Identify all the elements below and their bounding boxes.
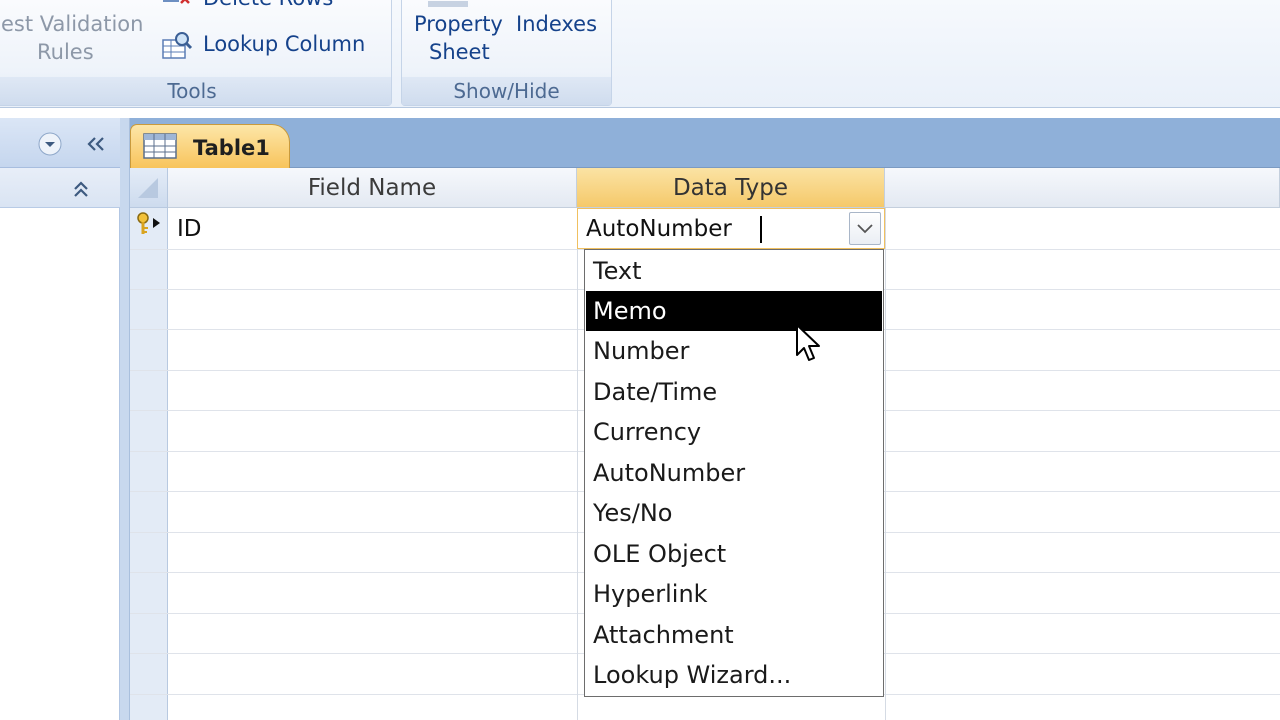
- option-attachment[interactable]: Attachment: [586, 615, 882, 655]
- nav-menu-dropdown-icon[interactable]: [37, 131, 63, 161]
- lookup-column-icon: [161, 30, 193, 66]
- mouse-pointer-icon: [795, 323, 823, 369]
- property-sheet-button-line1[interactable]: Property: [414, 12, 503, 36]
- tools-group: est Validation Rules Delete Rows Lookup …: [0, 0, 392, 106]
- tab-label: Table1: [193, 136, 270, 160]
- option-text[interactable]: Text: [586, 251, 882, 291]
- column-header-description[interactable]: [885, 168, 1280, 208]
- option-lookup-wizard[interactable]: Lookup Wizard...: [586, 655, 882, 695]
- property-sheet-button-line2[interactable]: Sheet: [429, 40, 490, 64]
- document-tab-strip: Table1: [130, 118, 1280, 168]
- delete-rows-icon[interactable]: [161, 0, 191, 11]
- option-date-time[interactable]: Date/Time: [586, 372, 882, 412]
- option-currency[interactable]: Currency: [586, 412, 882, 452]
- delete-rows-button[interactable]: Delete Rows: [203, 0, 333, 10]
- lookup-column-button[interactable]: Lookup Column: [203, 32, 365, 56]
- test-validation-rules-label-2[interactable]: Rules: [37, 40, 94, 64]
- collapse-group-icon[interactable]: [70, 178, 92, 204]
- show-hide-group: Property Sheet Indexes Show/Hide: [401, 0, 612, 106]
- grid-column-line: [885, 208, 886, 720]
- shutter-bar-close-icon[interactable]: [84, 132, 108, 160]
- tab-table1[interactable]: Table1: [130, 124, 290, 168]
- data-type-value: AutoNumber: [586, 216, 732, 242]
- grid-column-line: [577, 208, 578, 720]
- select-all-corner[interactable]: [130, 168, 168, 208]
- column-header-data-type[interactable]: Data Type: [577, 168, 885, 208]
- primary-key-icon: [134, 210, 164, 242]
- test-validation-rules-label-1[interactable]: est Validation: [1, 12, 143, 36]
- table-icon: [143, 133, 177, 163]
- option-ole-object[interactable]: OLE Object: [586, 534, 882, 574]
- field-name-cell[interactable]: ID: [177, 216, 202, 242]
- ribbon: est Validation Rules Delete Rows Lookup …: [0, 0, 1280, 108]
- option-autonumber[interactable]: AutoNumber: [586, 453, 882, 493]
- option-yes-no[interactable]: Yes/No: [586, 493, 882, 533]
- tools-group-label: Tools: [0, 77, 391, 105]
- pane-splitter[interactable]: [120, 118, 130, 720]
- row-selector-column[interactable]: [130, 208, 168, 720]
- chevron-down-icon: [857, 224, 873, 234]
- option-memo[interactable]: Memo: [586, 291, 882, 331]
- text-caret: [760, 216, 762, 243]
- data-type-combobox[interactable]: AutoNumber: [577, 208, 885, 249]
- indexes-button[interactable]: Indexes: [516, 12, 597, 36]
- dropdown-button[interactable]: [849, 212, 881, 245]
- option-hyperlink[interactable]: Hyperlink: [586, 574, 882, 614]
- data-type-dropdown-list: Text Memo Number Date/Time Currency Auto…: [584, 249, 884, 697]
- navigation-group-header[interactable]: [0, 168, 120, 208]
- show-hide-group-label: Show/Hide: [402, 77, 611, 105]
- navigation-pane: [0, 118, 120, 720]
- column-header-field-name[interactable]: Field Name: [168, 168, 577, 208]
- navigation-pane-header: [0, 118, 120, 168]
- option-number[interactable]: Number: [586, 331, 882, 371]
